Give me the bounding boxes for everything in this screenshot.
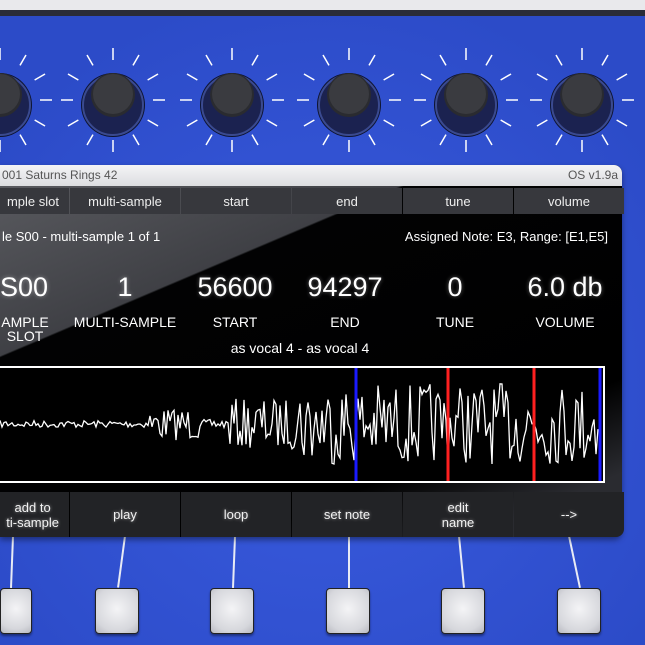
hardware-button-2[interactable] xyxy=(95,588,139,634)
tune-value: 0 xyxy=(447,272,463,302)
start-label: START xyxy=(212,314,258,330)
waveform xyxy=(0,368,602,481)
encoder-knob-3[interactable] xyxy=(177,45,287,155)
encoder-knob-6[interactable] xyxy=(527,45,637,155)
waveform-view[interactable] xyxy=(0,366,605,483)
sample-name: as vocal 4 - as vocal 4 xyxy=(230,340,370,356)
hardware-button-6[interactable] xyxy=(557,588,601,634)
param-tabs: mple slot multi-sample start end tune vo… xyxy=(0,188,624,214)
volume-value: 6.0 db xyxy=(527,272,603,302)
end-label: END xyxy=(330,314,360,330)
encoder-knob-2[interactable] xyxy=(58,45,168,155)
tab-start[interactable]: start xyxy=(181,188,291,214)
set-note-button[interactable]: set note xyxy=(292,492,402,537)
start-value: 56600 xyxy=(197,272,273,302)
end-value: 94297 xyxy=(307,272,383,302)
os-version: OS v1.9a xyxy=(567,168,618,182)
encoder-knob-5[interactable] xyxy=(411,45,521,155)
encoder-knob-4[interactable] xyxy=(294,45,404,155)
button-connector-line xyxy=(348,536,350,588)
multi-sample-label: MULTI-SAMPLE xyxy=(73,314,177,330)
preset-name: 001 Saturns Rings 42 xyxy=(2,168,118,182)
loop-button[interactable]: loop xyxy=(181,492,291,537)
note-range: Assigned Note: E3, Range: [E1,E5] xyxy=(404,229,608,244)
sample-slot-value: S00 xyxy=(0,272,49,302)
title-bar: 001 Saturns Rings 42 OS v1.9a xyxy=(0,165,622,186)
tab-sample-slot[interactable]: mple slot xyxy=(0,188,69,214)
hardware-button-1[interactable] xyxy=(0,588,32,634)
tab-volume[interactable]: volume xyxy=(514,188,624,214)
add-to-multi-sample-button[interactable]: add to ti-sample xyxy=(0,492,69,537)
hardware-button-3[interactable] xyxy=(210,588,254,634)
multi-sample-value: 1 xyxy=(117,272,133,302)
top-bezel xyxy=(0,0,645,16)
tab-multi-sample[interactable]: multi-sample xyxy=(70,188,180,214)
tab-end[interactable]: end xyxy=(292,188,402,214)
softkey-row: add to ti-sample play loop set note edit… xyxy=(0,492,624,537)
sample-slot-label: AMPLE SLOT xyxy=(1,314,49,344)
waveform-trace xyxy=(0,383,599,465)
sample-info: le S00 - multi-sample 1 of 1 xyxy=(2,229,161,244)
encoder-knob-1[interactable] xyxy=(0,45,55,155)
hardware-button-4[interactable] xyxy=(326,588,370,634)
edit-name-button[interactable]: edit name xyxy=(403,492,513,537)
tune-label: TUNE xyxy=(435,314,475,330)
next-page-button[interactable]: --> xyxy=(514,492,624,537)
display-screen: 001 Saturns Rings 42 OS v1.9a mple slot … xyxy=(0,165,624,537)
play-button[interactable]: play xyxy=(70,492,180,537)
volume-label: VOLUME xyxy=(535,314,595,330)
hardware-button-5[interactable] xyxy=(441,588,485,634)
tab-tune[interactable]: tune xyxy=(403,188,513,214)
